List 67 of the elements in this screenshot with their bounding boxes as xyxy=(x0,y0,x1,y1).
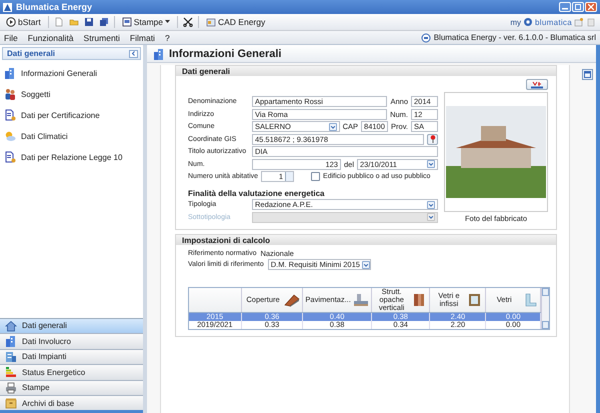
cad-button[interactable]: CAD Energy xyxy=(204,16,268,28)
close-button[interactable] xyxy=(585,2,597,12)
building-icon xyxy=(5,350,17,363)
roof-icon xyxy=(284,293,300,307)
brand-name: blumatica xyxy=(535,18,572,26)
save-icon[interactable] xyxy=(84,17,94,27)
people-icon xyxy=(4,88,16,100)
section-tab[interactable]: Archivi di base xyxy=(0,396,143,413)
app-logo-icon xyxy=(3,2,12,12)
sidebar-item[interactable]: Dati Climatici xyxy=(4,129,139,143)
sidebar-item[interactable]: Dati per Certificazione xyxy=(4,108,139,122)
section-tab[interactable]: Dati Involucro xyxy=(0,334,143,350)
save-all-icon[interactable] xyxy=(98,17,109,27)
sidebar-title: Dati generali xyxy=(7,49,56,58)
start-button[interactable]: bStart xyxy=(4,16,43,28)
window-title: Blumatica Energy xyxy=(16,2,94,12)
house-icon xyxy=(5,320,17,332)
minimize-button[interactable] xyxy=(559,2,571,12)
maximize-button[interactable] xyxy=(572,2,584,12)
chevron-down-icon[interactable] xyxy=(428,202,434,208)
printer-icon xyxy=(5,382,17,394)
section-subtitle: Finalità della valutazione energetica xyxy=(188,188,326,198)
sidebar-item[interactable]: Dati per Relazione Legge 10 xyxy=(4,150,139,164)
close-icon[interactable] xyxy=(588,4,594,10)
energy-class-icon xyxy=(5,366,17,378)
map-pin-button[interactable] xyxy=(427,134,438,144)
menu-item[interactable]: Filmati xyxy=(130,32,155,42)
scissors-icon[interactable] xyxy=(182,17,193,27)
info-icon xyxy=(420,32,431,42)
sidebar-item[interactable]: Soggetti xyxy=(4,87,139,101)
floor-layers-icon xyxy=(352,293,369,307)
print-menu-button[interactable]: Stampe xyxy=(120,16,172,28)
menu-item[interactable]: Strumenti xyxy=(84,32,120,42)
brand-prefix: my xyxy=(510,18,522,26)
section-tab[interactable]: Stampe xyxy=(0,380,143,396)
version-text: Blumatica Energy - ver. 6.1.0.0 - Blumatica srl xyxy=(434,33,596,42)
section-title: Impostazioni di calcolo xyxy=(182,236,270,244)
archive-box-icon xyxy=(5,397,17,409)
building-icon xyxy=(5,335,17,348)
layout-button[interactable] xyxy=(582,69,593,80)
menu-item[interactable]: Funzionalità xyxy=(28,32,74,42)
sidebar-item[interactable]: Informazioni Generali xyxy=(4,66,139,80)
table-header xyxy=(189,288,242,312)
section-title: Dati generali xyxy=(182,66,230,76)
caret-icon[interactable] xyxy=(164,20,170,24)
page-title: Informazioni Generali xyxy=(169,48,282,60)
collapse-button[interactable] xyxy=(129,50,138,58)
section-tab[interactable]: Status Energetico xyxy=(0,365,143,380)
building-icon xyxy=(153,48,165,60)
building-icon xyxy=(4,67,16,79)
document-icon xyxy=(4,109,16,121)
sheet-button[interactable] xyxy=(526,79,548,90)
menu-item[interactable]: ? xyxy=(164,32,170,42)
maximize-icon[interactable] xyxy=(575,4,581,10)
section-tab[interactable]: Dati Impianti xyxy=(0,350,143,365)
menu-item[interactable]: File xyxy=(4,32,18,42)
play-icon[interactable] xyxy=(6,17,16,27)
chevron-down-icon[interactable] xyxy=(362,262,369,268)
sun-cloud-icon xyxy=(4,130,16,142)
document-icon xyxy=(4,151,16,163)
chevron-down-icon[interactable] xyxy=(428,161,434,167)
brand-logo-icon xyxy=(523,17,534,27)
chevron-down-icon[interactable] xyxy=(330,124,336,130)
section-tab[interactable]: Dati generali xyxy=(0,318,143,334)
scrollbar[interactable] xyxy=(541,288,549,329)
document-icon[interactable] xyxy=(122,17,132,27)
drawing-board-icon[interactable] xyxy=(206,17,216,27)
